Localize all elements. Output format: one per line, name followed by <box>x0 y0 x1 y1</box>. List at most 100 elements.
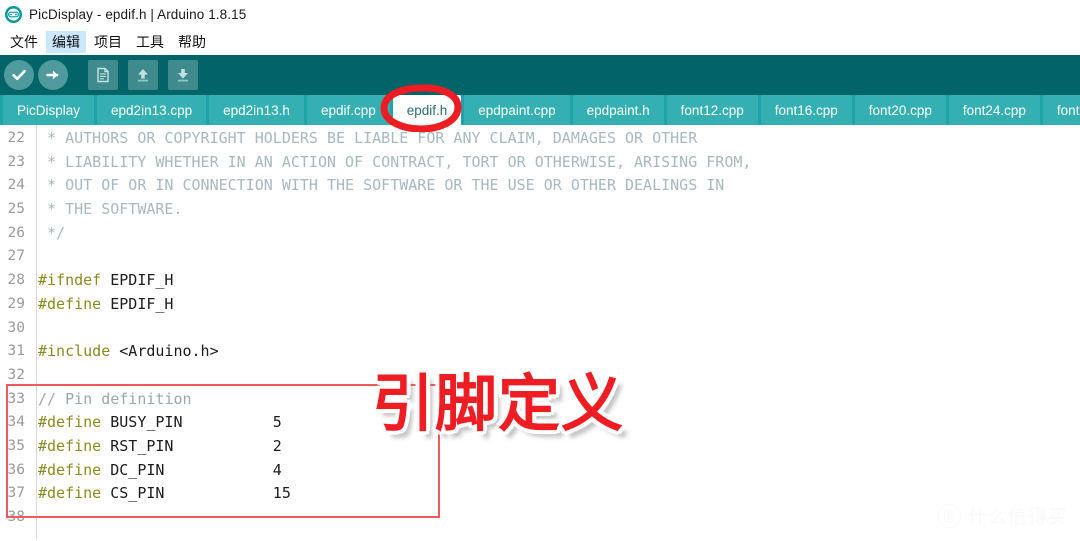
code-line[interactable]: 31 #include <Arduino.h> <box>0 340 1080 364</box>
file-tab-label: font16.cpp <box>774 102 838 118</box>
code-line[interactable]: 34 #define BUSY_PIN 5 <box>0 411 1080 435</box>
code-token: CS_PIN 15 <box>101 484 291 503</box>
code-token: #define <box>38 460 102 479</box>
upload-button[interactable] <box>38 60 68 90</box>
code-line[interactable]: 25 * THE SOFTWARE. <box>0 198 1080 222</box>
code-line[interactable]: 22 * AUTHORS OR COPYRIGHT HOLDERS BE LIA… <box>0 127 1080 151</box>
code-line[interactable]: 29 #define EPDIF_H <box>0 293 1080 317</box>
code-token: EPDIF_H <box>101 271 174 290</box>
line-number: 33 <box>7 390 25 407</box>
file-tab-epdpaint-cpp[interactable]: epdpaint.cpp <box>464 95 570 125</box>
code-line-text[interactable]: * LIABILITY WHETHER IN AN ACTION OF CONT… <box>30 151 751 175</box>
file-tab-label: font12.cpp <box>680 102 744 118</box>
code-token: #ifndef <box>38 271 102 290</box>
code-line-text[interactable]: */ <box>30 222 65 246</box>
code-line[interactable]: 36 #define DC_PIN 4 <box>0 459 1080 483</box>
title-bar: PicDisplay - epdif.h | Arduino 1.8.15 <box>0 0 1080 28</box>
line-number: 29 <box>7 295 25 312</box>
code-token: #define <box>38 413 102 432</box>
file-tab-epd2in13-h[interactable]: epd2in13.h <box>209 95 304 125</box>
code-token: * LIABILITY WHETHER IN AN ACTION OF CONT… <box>38 152 752 171</box>
file-tab-label: epdif.cpp <box>320 102 376 118</box>
code-line-text[interactable]: #define CS_PIN 15 <box>30 482 291 506</box>
code-token: #define <box>38 294 102 313</box>
menu-item-help[interactable]: 帮助 <box>172 31 212 53</box>
file-tab-font20-cpp[interactable]: font20.cpp <box>854 95 946 125</box>
line-number: 22 <box>7 130 25 146</box>
line-number: 28 <box>7 272 25 289</box>
menu-item-project[interactable]: 项目 <box>88 31 128 53</box>
file-tab-label: epdpaint.h <box>586 102 650 118</box>
arrow-up-icon <box>138 69 148 82</box>
code-line-text[interactable]: #ifndef EPDIF_H <box>30 269 173 293</box>
file-tab-label: PicDisplay <box>17 102 81 118</box>
arduino-logo-icon <box>5 5 22 23</box>
file-tab-epdif-h[interactable]: epdif.h <box>392 95 462 125</box>
toolbar <box>0 55 1080 95</box>
line-number: 38 <box>7 509 25 525</box>
file-tab-font24-cpp[interactable]: font24.cpp <box>948 95 1040 125</box>
code-token: * AUTHORS OR COPYRIGHT HOLDERS BE LIABLE… <box>38 129 698 147</box>
code-editor[interactable]: 22 * AUTHORS OR COPYRIGHT HOLDERS BE LIA… <box>0 125 1080 539</box>
code-line[interactable]: 35 #define RST_PIN 2 <box>0 435 1080 459</box>
line-number: 25 <box>7 201 25 218</box>
file-tab-bar: PicDisplay epd2in13.cpp epd2in13.h epdif.cp… <box>0 95 1080 125</box>
code-line-text[interactable]: #include <Arduino.h> <box>30 340 219 364</box>
code-line[interactable]: 33 // Pin definition <box>0 388 1080 412</box>
line-number: 32 <box>7 366 25 383</box>
file-tab-label: epdif.h <box>406 102 448 118</box>
file-tab-epdpaint-h[interactable]: epdpaint.h <box>572 95 664 125</box>
code-line[interactable]: 28 #ifndef EPDIF_H <box>0 269 1080 293</box>
code-line-text[interactable]: #define BUSY_PIN 5 <box>30 411 282 435</box>
code-line-text[interactable]: // Pin definition <box>30 388 192 412</box>
code-line[interactable]: 23 * LIABILITY WHETHER IN AN ACTION OF C… <box>0 151 1080 175</box>
arrow-right-icon <box>46 70 59 80</box>
code-token: <Arduino.h> <box>110 342 219 361</box>
code-line[interactable]: 30 <box>0 317 1080 341</box>
file-tab-font16-cpp[interactable]: font16.cpp <box>760 95 852 125</box>
code-line-text[interactable]: * THE SOFTWARE. <box>30 198 183 222</box>
code-token: * THE SOFTWARE. <box>38 200 183 219</box>
save-button[interactable] <box>168 60 198 90</box>
code-line[interactable]: 24 * OUT OF OR IN CONNECTION WITH THE SO… <box>0 174 1080 198</box>
code-line-text[interactable]: #define DC_PIN 4 <box>30 459 282 483</box>
code-line-text[interactable]: #define EPDIF_H <box>30 293 173 317</box>
new-button[interactable] <box>88 60 118 90</box>
file-tab-label: epd2in13.cpp <box>111 102 193 118</box>
file-tab-epd2in13-cpp[interactable]: epd2in13.cpp <box>97 95 207 125</box>
code-token: */ <box>38 223 66 242</box>
code-token: DC_PIN 4 <box>101 460 282 479</box>
line-number: 36 <box>7 461 25 478</box>
code-line[interactable]: 32 <box>0 364 1080 388</box>
line-number: 35 <box>7 437 25 454</box>
file-tab-picdisplay[interactable]: PicDisplay <box>3 95 95 125</box>
code-line[interactable]: 37 #define CS_PIN 15 <box>0 482 1080 506</box>
code-token: RST_PIN 2 <box>101 436 282 455</box>
code-token: * OUT OF OR IN CONNECTION WITH THE SOFTW… <box>38 176 725 195</box>
file-tab-font8-cpp[interactable]: font8.cpp <box>1042 95 1080 125</box>
file-tab-label: epd2in13.h <box>223 102 290 118</box>
code-line[interactable]: 27 <box>0 245 1080 269</box>
verify-button[interactable] <box>4 60 34 90</box>
code-line-text[interactable]: #define RST_PIN 2 <box>30 435 282 459</box>
open-button[interactable] <box>128 60 158 90</box>
code-line[interactable]: 26 */ <box>0 222 1080 246</box>
menu-item-edit[interactable]: 编辑 <box>46 30 86 53</box>
line-number: 24 <box>7 177 25 194</box>
file-tab-label: font8.cpp <box>1056 102 1080 118</box>
code-token: #define <box>38 436 102 455</box>
file-tab-epdif-cpp[interactable]: epdif.cpp <box>306 95 390 125</box>
check-icon <box>12 69 26 81</box>
file-tab-label: font20.cpp <box>868 102 932 118</box>
code-line[interactable]: 38 <box>0 506 1080 530</box>
menu-item-tools[interactable]: 工具 <box>130 31 170 53</box>
code-line-text[interactable]: * AUTHORS OR COPYRIGHT HOLDERS BE LIABLE… <box>30 127 697 151</box>
file-tab-label: font24.cpp <box>962 102 1026 118</box>
code-token: // Pin definition <box>38 389 192 408</box>
code-area[interactable]: 22 * AUTHORS OR COPYRIGHT HOLDERS BE LIA… <box>0 125 1080 539</box>
code-token: #include <box>38 342 111 361</box>
menu-item-file[interactable]: 文件 <box>4 31 44 53</box>
line-number: 27 <box>7 248 25 265</box>
code-line-text[interactable]: * OUT OF OR IN CONNECTION WITH THE SOFTW… <box>30 174 724 198</box>
file-tab-font12-cpp[interactable]: font12.cpp <box>666 95 758 125</box>
